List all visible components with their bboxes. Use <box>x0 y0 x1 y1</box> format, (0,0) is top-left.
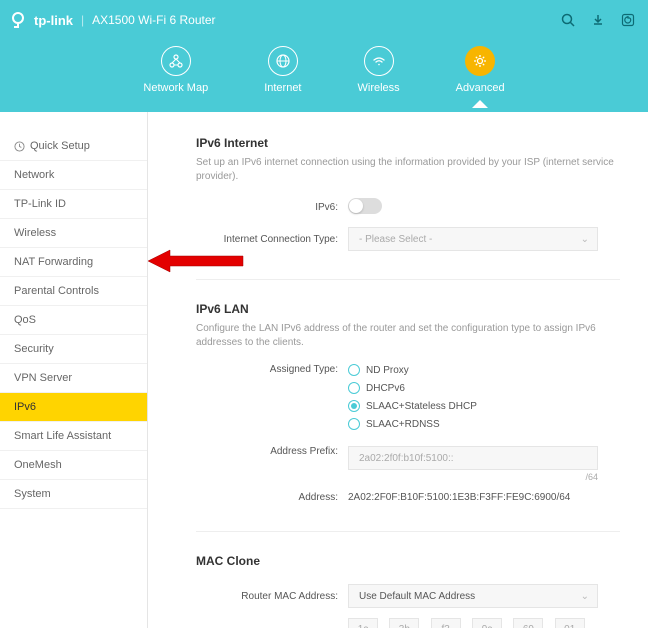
address-label: Address: <box>196 492 348 503</box>
conn-type-label: Internet Connection Type: <box>196 234 348 245</box>
sidebar-item-tplink-id[interactable]: TP-Link ID <box>0 190 147 219</box>
globe-icon <box>268 46 298 76</box>
tab-network-map[interactable]: Network Map <box>143 46 208 94</box>
download-icon[interactable] <box>590 12 606 28</box>
mac-octet[interactable]: 3b <box>389 618 419 628</box>
sidebar-item-parental[interactable]: Parental Controls <box>0 277 147 306</box>
page-header: tp-link | AX1500 Wi-Fi 6 Router Network … <box>0 0 648 112</box>
chevron-down-icon: ⌄ <box>581 234 589 245</box>
radio-slaac-rdnss[interactable]: SLAAC+RDNSS <box>348 418 620 430</box>
section-ipv6-lan: IPv6 LAN Configure the LAN IPv6 address … <box>196 302 620 532</box>
radio-dhcpv6[interactable]: DHCPv6 <box>348 382 620 394</box>
section-desc: Set up an IPv6 internet connection using… <box>196 156 620 184</box>
mac-select[interactable]: Use Default MAC Address ⌄ <box>348 584 598 608</box>
mac-octet[interactable]: 69 <box>513 618 543 628</box>
sidebar-item-network[interactable]: Network <box>0 161 147 190</box>
sidebar-item-nat[interactable]: NAT Forwarding <box>0 248 147 277</box>
radio-slaac-stateless[interactable]: SLAAC+Stateless DHCP <box>348 400 620 412</box>
sidebar-item-security[interactable]: Security <box>0 335 147 364</box>
conn-type-select[interactable]: - Please Select - ⌄ <box>348 227 598 251</box>
ipv6-toggle[interactable] <box>348 198 382 214</box>
mac-octet[interactable]: 1c <box>348 618 378 628</box>
section-title: IPv6 LAN <box>196 302 620 316</box>
brand-logo: tp-link <box>12 12 73 28</box>
assigned-type-label: Assigned Type: <box>196 364 348 375</box>
sidebar-item-smart-life[interactable]: Smart Life Assistant <box>0 422 147 451</box>
prefix-suffix: /64 <box>348 472 598 482</box>
section-title: MAC Clone <box>196 554 620 568</box>
tab-internet[interactable]: Internet <box>264 46 301 94</box>
prefix-label: Address Prefix: <box>196 446 348 457</box>
globe-grid-icon <box>161 46 191 76</box>
prefix-input[interactable]: 2a02:2f0f:b10f:5100:: <box>348 446 598 470</box>
radio-nd-proxy[interactable]: ND Proxy <box>348 364 620 376</box>
mac-octet[interactable]: 01 <box>555 618 585 628</box>
mac-octet[interactable]: f3 <box>431 618 461 628</box>
mac-octets: 1c- 3b- f3- 9c- 69- 01 <box>348 618 620 628</box>
sidebar-item-onemesh[interactable]: OneMesh <box>0 451 147 480</box>
gear-icon <box>465 46 495 76</box>
section-desc: Configure the LAN IPv6 address of the ro… <box>196 322 620 350</box>
address-value: 2A02:2F0F:B10F:5100:1E3B:F3FF:FE9C:6900/… <box>348 492 620 503</box>
product-title: AX1500 Wi-Fi 6 Router <box>92 13 215 27</box>
sidebar: Quick Setup Network TP-Link ID Wireless … <box>0 112 148 628</box>
restart-icon[interactable] <box>620 12 636 28</box>
chevron-down-icon: ⌄ <box>581 591 589 602</box>
main-content: IPv6 Internet Set up an IPv6 internet co… <box>148 112 648 628</box>
sidebar-item-system[interactable]: System <box>0 480 147 509</box>
clock-icon <box>14 141 25 152</box>
wifi-icon <box>364 46 394 76</box>
mac-octet[interactable]: 9c <box>472 618 502 628</box>
main-tabs: Network Map Internet Wireless Advanced <box>0 40 648 94</box>
tplink-logo-icon <box>12 12 28 28</box>
tab-advanced[interactable]: Advanced <box>456 46 505 94</box>
sidebar-item-quick-setup[interactable]: Quick Setup <box>0 132 147 161</box>
sidebar-item-qos[interactable]: QoS <box>0 306 147 335</box>
section-ipv6-internet: IPv6 Internet Set up an IPv6 internet co… <box>196 136 620 280</box>
search-icon[interactable] <box>560 12 576 28</box>
sidebar-item-wireless[interactable]: Wireless <box>0 219 147 248</box>
mac-label: Router MAC Address: <box>196 591 348 602</box>
section-mac-clone: MAC Clone Router MAC Address: Use Defaul… <box>196 554 620 628</box>
sidebar-item-ipv6[interactable]: IPv6 <box>0 393 147 422</box>
tab-wireless[interactable]: Wireless <box>358 46 400 94</box>
section-title: IPv6 Internet <box>196 136 620 150</box>
sidebar-item-vpn[interactable]: VPN Server <box>0 364 147 393</box>
ipv6-toggle-label: IPv6: <box>196 202 348 213</box>
